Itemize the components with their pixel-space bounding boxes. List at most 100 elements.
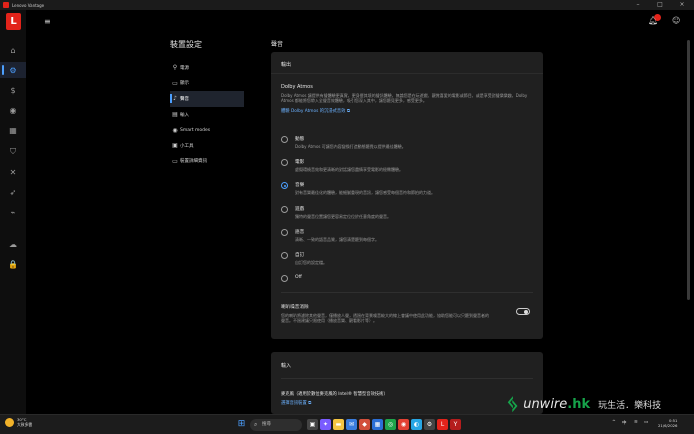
section-title: 聲音 (271, 41, 284, 48)
maximize-icon[interactable]: □ (652, 0, 668, 10)
select-audio-device-link[interactable]: 選擇音訊裝置 ⧉ (281, 400, 311, 406)
clock[interactable]: 0:51 21/6/2026 (658, 418, 677, 428)
page-title: 裝置設定 (170, 40, 202, 49)
input-card: 輸入 麥克風（適用於數位麥克風的 Intel® 智慧型音效技術） 選擇音訊裝置 … (271, 352, 543, 414)
nav-item[interactable]: ♪ 聲音 (170, 91, 244, 107)
mic-link-label: 選擇音訊裝置 (281, 401, 307, 406)
nav-item-label: 小工具 (180, 143, 194, 149)
radio-button[interactable] (281, 182, 288, 189)
nav-item[interactable]: ▭ 顯示 (170, 76, 244, 92)
profile-description: 清晰、一致的語音品質，讓您清楚聽到每個字。 (295, 237, 379, 242)
noise-cancel-toggle[interactable] (516, 308, 530, 315)
cloud-icon[interactable]: ☁ (0, 236, 26, 252)
radio-button[interactable] (281, 275, 288, 282)
profile-description: 自訂您的設定檔。 (295, 260, 327, 265)
laptop-icon: ▭ (172, 157, 178, 165)
brand-prefix: unwire (523, 397, 568, 412)
nav-item[interactable]: ▤ 輸入 (170, 107, 244, 123)
brand-suffix: .hk (567, 397, 591, 412)
wifi-security-icon[interactable]: ◉ (0, 102, 26, 118)
profile-label: 語音 (295, 230, 305, 235)
gear-icon[interactable]: ⚙ (0, 62, 26, 78)
radio-button[interactable] (281, 206, 288, 213)
shield-dollar-icon[interactable]: $ (0, 82, 26, 98)
lock-icon[interactable]: 🔒 (0, 256, 26, 272)
dolby-link[interactable]: 體驗 Dolby Atmos 的沉浸式音效 ⧉ (281, 108, 350, 114)
hamburger-icon[interactable]: ≡ (44, 17, 51, 26)
person-icon[interactable]: ☺ (672, 16, 680, 25)
noise-cancel-description: 您的喇叭將濾除其他聲音，僅播放人聲，透過在背景噪音較大的線上會議中使用此功能，協… (281, 313, 489, 324)
close-icon[interactable]: × (674, 0, 690, 10)
external-link-icon: ⧉ (308, 401, 312, 406)
title-bar: Lenovo Vantage – □ × (0, 0, 694, 10)
app-icon (3, 2, 9, 8)
home-icon[interactable]: ⌂ (0, 42, 26, 58)
divider (281, 292, 533, 293)
wifi-icon[interactable]: ≋ (634, 420, 638, 425)
nav-item[interactable]: ▣ 小工具 (170, 138, 244, 154)
watermark-brand: unwire.hk (523, 397, 590, 412)
rocket-icon[interactable]: ➶ (0, 184, 26, 200)
apps-grid-icon[interactable]: ▦ (0, 122, 26, 138)
profile-description: 虛擬環繞音效和更清晰的對話讓您盡情享受電影的極緻體驗。 (295, 167, 403, 172)
profile-label: 遊戲 (295, 207, 305, 212)
sun-icon (5, 418, 14, 428)
vantage-taskbar-icon[interactable]: L (437, 419, 448, 430)
security-shield-icon[interactable]: ⛉ (0, 144, 26, 160)
nav-item-label: 裝置詳細資訊 (180, 159, 207, 165)
nav-item-label: 電源 (180, 65, 189, 71)
weather-widget[interactable]: 30°C 大致多雲 (5, 417, 32, 428)
tray-lang[interactable]: 中 (622, 420, 627, 426)
tools-icon[interactable]: ✕ (0, 164, 26, 180)
task-view-icon[interactable]: ▣ (307, 419, 318, 430)
dolby-title: Dolby Atmos (281, 84, 313, 90)
mail-icon[interactable]: ✉ (346, 419, 357, 430)
tray-chevron-icon[interactable]: ^ (612, 420, 616, 425)
nav-item[interactable]: ◉ Smart modes (170, 122, 244, 138)
radio-button[interactable] (281, 229, 288, 236)
profile-label: 自訂 (295, 253, 305, 258)
profile-label: 音樂 (295, 183, 305, 188)
watermark-tagline: 玩生活．樂科技 (598, 401, 662, 411)
nav-item[interactable]: ▭ 裝置詳細資訊 (170, 154, 244, 170)
edge-icon[interactable]: ◐ (411, 419, 422, 430)
radio-button[interactable] (281, 159, 288, 166)
monitor-icon: ▭ (172, 79, 178, 87)
widget-icon: ▣ (172, 142, 178, 150)
lenovo-logo[interactable]: L (6, 13, 21, 30)
smart-modes-icon: ◉ (172, 126, 178, 134)
keyboard-icon: ▤ (172, 111, 178, 119)
file-explorer-icon[interactable]: ▬ (333, 419, 344, 430)
nav-item-label: 聲音 (180, 96, 189, 102)
nav-item[interactable]: ⚲ 電源 (170, 60, 244, 76)
widgets-icon[interactable]: ✦ (320, 419, 331, 430)
office-icon[interactable]: ◆ (359, 419, 370, 430)
battery-icon[interactable]: ▭ (644, 420, 648, 425)
bell-icon[interactable]: 🔔︎ (648, 16, 658, 25)
profile-description: 獨特的聲音位置讓您更容易定位位於任意角度的聲音。 (295, 214, 391, 219)
external-link-icon: ⧉ (346, 109, 350, 114)
profile-label: 動態 (295, 137, 305, 142)
scrollbar[interactable] (687, 40, 690, 300)
chrome-icon[interactable]: ◉ (398, 419, 409, 430)
output-title: 輸出 (271, 52, 543, 74)
clock-date: 21/6/2026 (658, 423, 678, 428)
profile-label: 電影 (295, 160, 305, 165)
profile-description: Dolby Atmos 可讓您內容變換打造動態聽覺以提供最佳體驗。 (295, 144, 406, 149)
minimize-icon[interactable]: – (630, 0, 646, 10)
radio-button[interactable] (281, 252, 288, 259)
input-title: 輸入 (281, 363, 292, 369)
store-icon[interactable]: ▦ (372, 419, 383, 430)
settings-icon[interactable]: ⚙ (424, 419, 435, 430)
legion-icon[interactable]: Y (450, 419, 461, 430)
windows-start-icon[interactable]: ⊞ (236, 419, 247, 430)
music-note-icon: ♪ (173, 95, 177, 103)
spotify-icon[interactable]: ◎ (385, 419, 396, 430)
scan-icon[interactable]: ⌁ (0, 204, 26, 220)
nav-item-label: 顯示 (180, 81, 189, 87)
window-title: Lenovo Vantage (12, 2, 45, 8)
radio-button[interactable] (281, 136, 288, 143)
nav-item-label: Smart modes (180, 127, 211, 133)
search-icon: ⌕ (254, 421, 258, 428)
taskbar-search[interactable]: ⌕ 搜尋 (250, 419, 302, 431)
